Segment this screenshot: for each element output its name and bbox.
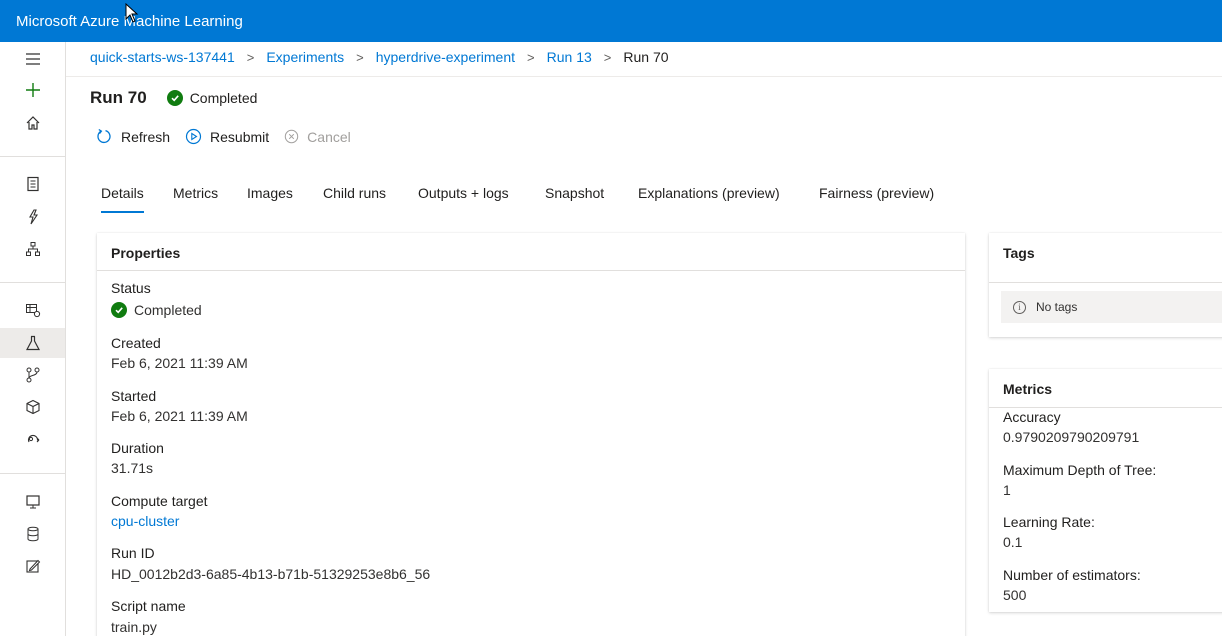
resubmit-button[interactable]: Resubmit — [185, 128, 269, 145]
metrics-title: Metrics — [1003, 381, 1053, 397]
compute-icon[interactable] — [0, 487, 65, 517]
plus-icon[interactable] — [0, 75, 65, 105]
refresh-button[interactable]: Refresh — [96, 128, 170, 145]
breadcrumb-workspace[interactable]: quick-starts-ws-137441 — [90, 49, 235, 65]
chevron-right-icon: > — [356, 49, 364, 65]
metric-label: Learning Rate: — [1003, 514, 1095, 530]
started-value: Feb 6, 2021 11:39 AM — [111, 408, 248, 424]
metric-label: Number of estimators: — [1003, 567, 1141, 583]
card-divider — [989, 282, 1222, 283]
compute-target-label: Compute target — [111, 493, 208, 509]
tab-metrics[interactable]: Metrics — [173, 183, 218, 211]
card-divider — [989, 407, 1222, 408]
tab-fairness[interactable]: Fairness (preview) — [819, 183, 934, 211]
resubmit-label: Resubmit — [210, 128, 270, 145]
pipelines-icon[interactable] — [0, 360, 65, 390]
chevron-right-icon: > — [527, 49, 535, 65]
properties-title: Properties — [111, 245, 181, 261]
home-icon[interactable] — [0, 108, 65, 138]
app-header: Microsoft Azure Machine Learning — [0, 0, 1222, 42]
page-title: Run 70 — [90, 88, 147, 107]
status-text: Completed — [189, 90, 258, 106]
breadcrumb-divider — [66, 76, 1222, 77]
metric-label: Maximum Depth of Tree: — [1003, 462, 1157, 478]
card-divider — [97, 270, 965, 271]
tags-title: Tags — [1003, 245, 1035, 261]
duration-value: 31.71s — [111, 460, 154, 476]
endpoints-icon[interactable] — [0, 424, 65, 454]
info-icon: i — [1013, 300, 1026, 314]
datastores-icon[interactable] — [0, 519, 65, 549]
breadcrumb-experiment[interactable]: hyperdrive-experiment — [376, 49, 515, 65]
designer-icon[interactable] — [0, 234, 65, 264]
labeling-icon[interactable] — [0, 551, 65, 581]
tab-snapshot[interactable]: Snapshot — [545, 183, 604, 211]
breadcrumb-current: Run 70 — [623, 49, 669, 65]
automl-icon[interactable] — [0, 202, 65, 232]
run-header: Run 70 Completed — [90, 88, 257, 108]
left-navigation — [0, 42, 66, 636]
created-value: Feb 6, 2021 11:39 AM — [111, 355, 248, 371]
status-label: Status — [111, 280, 151, 296]
tab-outputs-logs[interactable]: Outputs + logs — [418, 183, 509, 211]
hamburger-icon[interactable] — [0, 44, 65, 74]
compute-target-link[interactable]: cpu-cluster — [111, 513, 179, 529]
refresh-label: Refresh — [121, 128, 171, 145]
cancel-button[interactable]: Cancel — [284, 129, 351, 145]
notebook-icon[interactable] — [0, 169, 65, 199]
tab-details[interactable]: Details — [101, 183, 144, 213]
script-name-label: Script name — [111, 598, 186, 614]
metric-value: 0.1 — [1003, 534, 1023, 550]
created-label: Created — [111, 335, 161, 351]
datasets-icon[interactable] — [0, 295, 65, 325]
metrics-card: Metrics Accuracy 0.9790209790209791 Maxi… — [989, 369, 1222, 612]
chevron-right-icon: > — [246, 49, 255, 65]
run-id-value: HD_0012b2d3-6a85-4b13-b71b-51329253e8b6_… — [111, 566, 431, 582]
metric-value: 0.9790209790209791 — [1003, 429, 1140, 445]
no-tags-text: No tags — [1036, 300, 1078, 314]
breadcrumb: quick-starts-ws-137441 > Experiments > h… — [90, 49, 669, 65]
breadcrumb-experiments[interactable]: Experiments — [266, 49, 344, 65]
cancel-circle-icon — [284, 129, 299, 144]
cancel-label: Cancel — [307, 128, 351, 145]
breadcrumb-parent-run[interactable]: Run 13 — [547, 49, 592, 65]
status-value: Completed — [111, 302, 202, 318]
check-circle-icon — [111, 302, 127, 318]
metric-value: 1 — [1003, 482, 1011, 498]
models-icon[interactable] — [0, 392, 65, 422]
tab-images[interactable]: Images — [247, 183, 293, 211]
script-name-value: train.py — [111, 619, 157, 635]
run-id-label: Run ID — [111, 545, 155, 561]
tab-explanations[interactable]: Explanations (preview) — [638, 183, 780, 211]
chevron-right-icon: > — [603, 49, 612, 65]
toolbar: Refresh Resubmit Cancel — [96, 128, 366, 145]
no-tags-message: i No tags — [1001, 291, 1222, 323]
status-value-text: Completed — [134, 302, 202, 318]
started-label: Started — [111, 388, 157, 404]
play-circle-icon — [185, 128, 202, 145]
check-circle-icon — [166, 90, 183, 106]
tags-card: Tags i No tags — [989, 233, 1222, 337]
experiments-icon[interactable] — [0, 328, 65, 358]
metric-value: 500 — [1003, 587, 1027, 603]
mouse-cursor-icon — [125, 3, 139, 23]
refresh-icon — [96, 128, 113, 145]
tab-child-runs[interactable]: Child runs — [323, 183, 386, 211]
status-badge: Completed — [166, 90, 258, 106]
properties-card: Properties Status Completed Created Feb … — [97, 233, 965, 636]
duration-label: Duration — [111, 440, 164, 456]
metric-label: Accuracy — [1003, 409, 1061, 425]
